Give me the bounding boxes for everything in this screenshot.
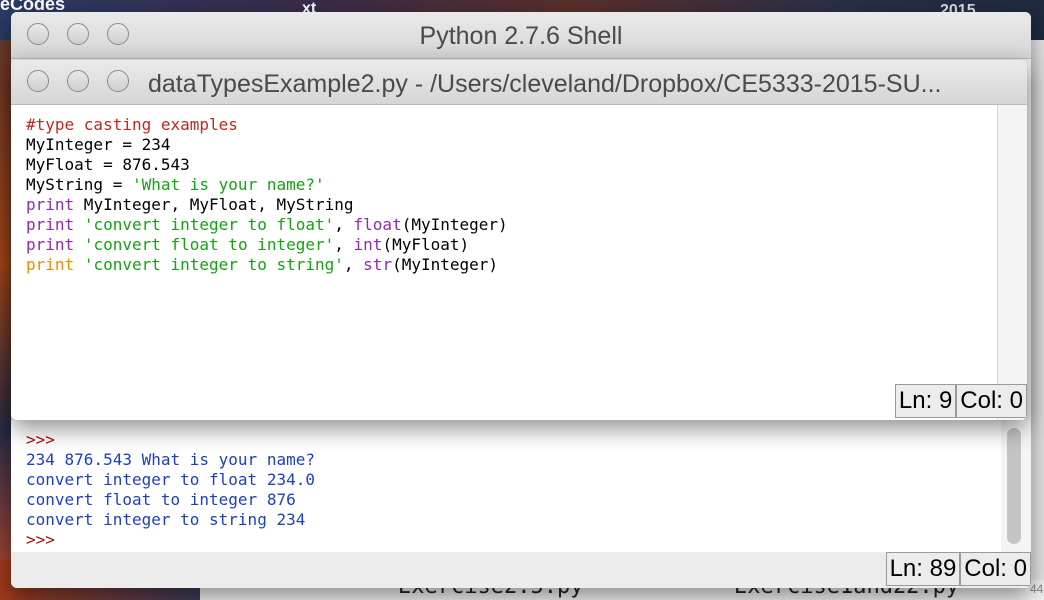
shell-output-line: convert float to integer 876 [26, 490, 296, 509]
shell-prompt: >>> [26, 430, 55, 449]
editor-titlebar[interactable]: dataTypesExample2.py - /Users/cleveland/… [11, 60, 1027, 105]
minimize-button[interactable] [67, 70, 89, 92]
shell-output-line: 234 876.543 What is your name? [26, 450, 315, 469]
shell-scroll-thumb[interactable] [1007, 428, 1021, 544]
code-editor[interactable]: #type casting examples MyInteger = 234 M… [11, 105, 998, 420]
print-keyword: print [26, 215, 75, 234]
editor-status-bar: Ln: 9 Col: 0 [894, 384, 1027, 418]
print-keyword-highlighted: print [26, 255, 75, 274]
shell-output-line: convert integer to string 234 [26, 510, 306, 529]
shell-output-line: convert integer to float 234.0 [26, 470, 315, 489]
editor-vertical-scrollbar[interactable] [997, 105, 1027, 420]
source-code: #type casting examples MyInteger = 234 M… [26, 115, 508, 274]
zoom-button[interactable] [107, 70, 129, 92]
close-button[interactable] [27, 70, 49, 92]
editor-window[interactable]: dataTypesExample2.py - /Users/cleveland/… [11, 60, 1027, 420]
editor-window-title: dataTypesExample2.py - /Users/cleveland/… [148, 70, 942, 98]
shell-window-title: Python 2.7.6 Shell [419, 22, 623, 50]
shell-titlebar[interactable]: Python 2.7.6 Shell [11, 12, 1031, 59]
shell-line-indicator: Ln: 89 [885, 552, 961, 586]
code-comment: #type casting examples [26, 115, 238, 134]
shell-col-indicator: Col: 0 [960, 552, 1031, 586]
print-keyword: print [26, 235, 75, 254]
shell-status-bar: Ln: 89 Col: 0 [885, 552, 1031, 586]
shell-prompt: >>> [26, 530, 55, 549]
shell-vertical-scrollbar[interactable] [1001, 420, 1031, 552]
editor-col-indicator: Col: 0 [956, 384, 1027, 418]
shell-output: >>> 234 876.543 What is your name? conve… [11, 420, 1001, 550]
print-keyword: print [26, 195, 75, 214]
finder-row-count: 447 [1030, 582, 1044, 596]
editor-line-indicator: Ln: 9 [894, 384, 957, 418]
shell-output-area[interactable]: >>> 234 876.543 What is your name? conve… [11, 420, 1001, 552]
